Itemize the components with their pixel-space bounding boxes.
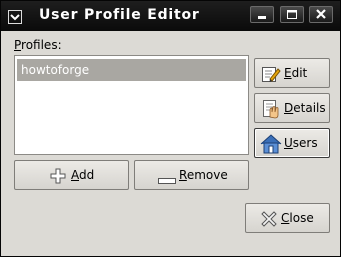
close-x-icon: [260, 210, 278, 231]
window-menu-icon[interactable]: [8, 9, 22, 24]
list-item[interactable]: howtoforge: [17, 59, 246, 81]
close-icon: [316, 9, 326, 19]
minimize-button[interactable]: [250, 6, 274, 23]
remove-minus-icon: [158, 173, 176, 187]
maximize-button[interactable]: [280, 6, 304, 23]
users-button-mnemonic: U: [284, 136, 293, 150]
edit-button[interactable]: Edit: [254, 58, 330, 88]
remove-button-label: Remove: [179, 168, 228, 182]
add-button[interactable]: Add: [14, 160, 129, 190]
add-button-mnemonic: A: [71, 168, 79, 182]
users-button[interactable]: Users: [254, 128, 330, 158]
edit-button-label-rest: dit: [291, 66, 308, 80]
close-button[interactable]: Close: [245, 203, 330, 233]
users-button-label: Users: [284, 136, 318, 150]
details-icon: [261, 99, 281, 122]
minimize-icon: [258, 16, 266, 19]
edit-button-mnemonic: E: [284, 66, 292, 80]
profiles-label: Profiles:: [14, 38, 62, 52]
edit-pencil-icon: [261, 64, 281, 87]
user-profile-editor-window: User Profile Editor Profiles: howtoforge: [0, 0, 341, 257]
edit-button-label: Edit: [284, 66, 307, 80]
details-button-label: Details: [284, 101, 326, 115]
close-window-button[interactable]: [309, 6, 333, 23]
remove-button[interactable]: Remove: [134, 160, 249, 190]
close-button-label-rest: lose: [289, 211, 314, 225]
remove-button-mnemonic: R: [179, 168, 187, 182]
remove-button-label-rest: emove: [186, 168, 228, 182]
details-button-label-rest: etails: [293, 101, 326, 115]
add-button-label: Add: [71, 168, 94, 182]
details-button[interactable]: Details: [254, 93, 330, 123]
title-bar[interactable]: User Profile Editor: [1, 1, 340, 31]
profiles-label-rest: rofiles:: [21, 38, 62, 52]
window-title: User Profile Editor: [39, 7, 200, 23]
home-icon: [260, 133, 282, 157]
profiles-list[interactable]: howtoforge: [14, 55, 249, 155]
profiles-label-mnemonic: P: [14, 38, 22, 52]
add-button-label-rest: dd: [79, 168, 95, 182]
details-button-mnemonic: D: [284, 101, 294, 115]
maximize-icon: [287, 10, 297, 19]
users-button-label-rest: sers: [292, 136, 318, 150]
close-button-label: Close: [281, 211, 314, 225]
add-plus-icon: [50, 168, 66, 187]
